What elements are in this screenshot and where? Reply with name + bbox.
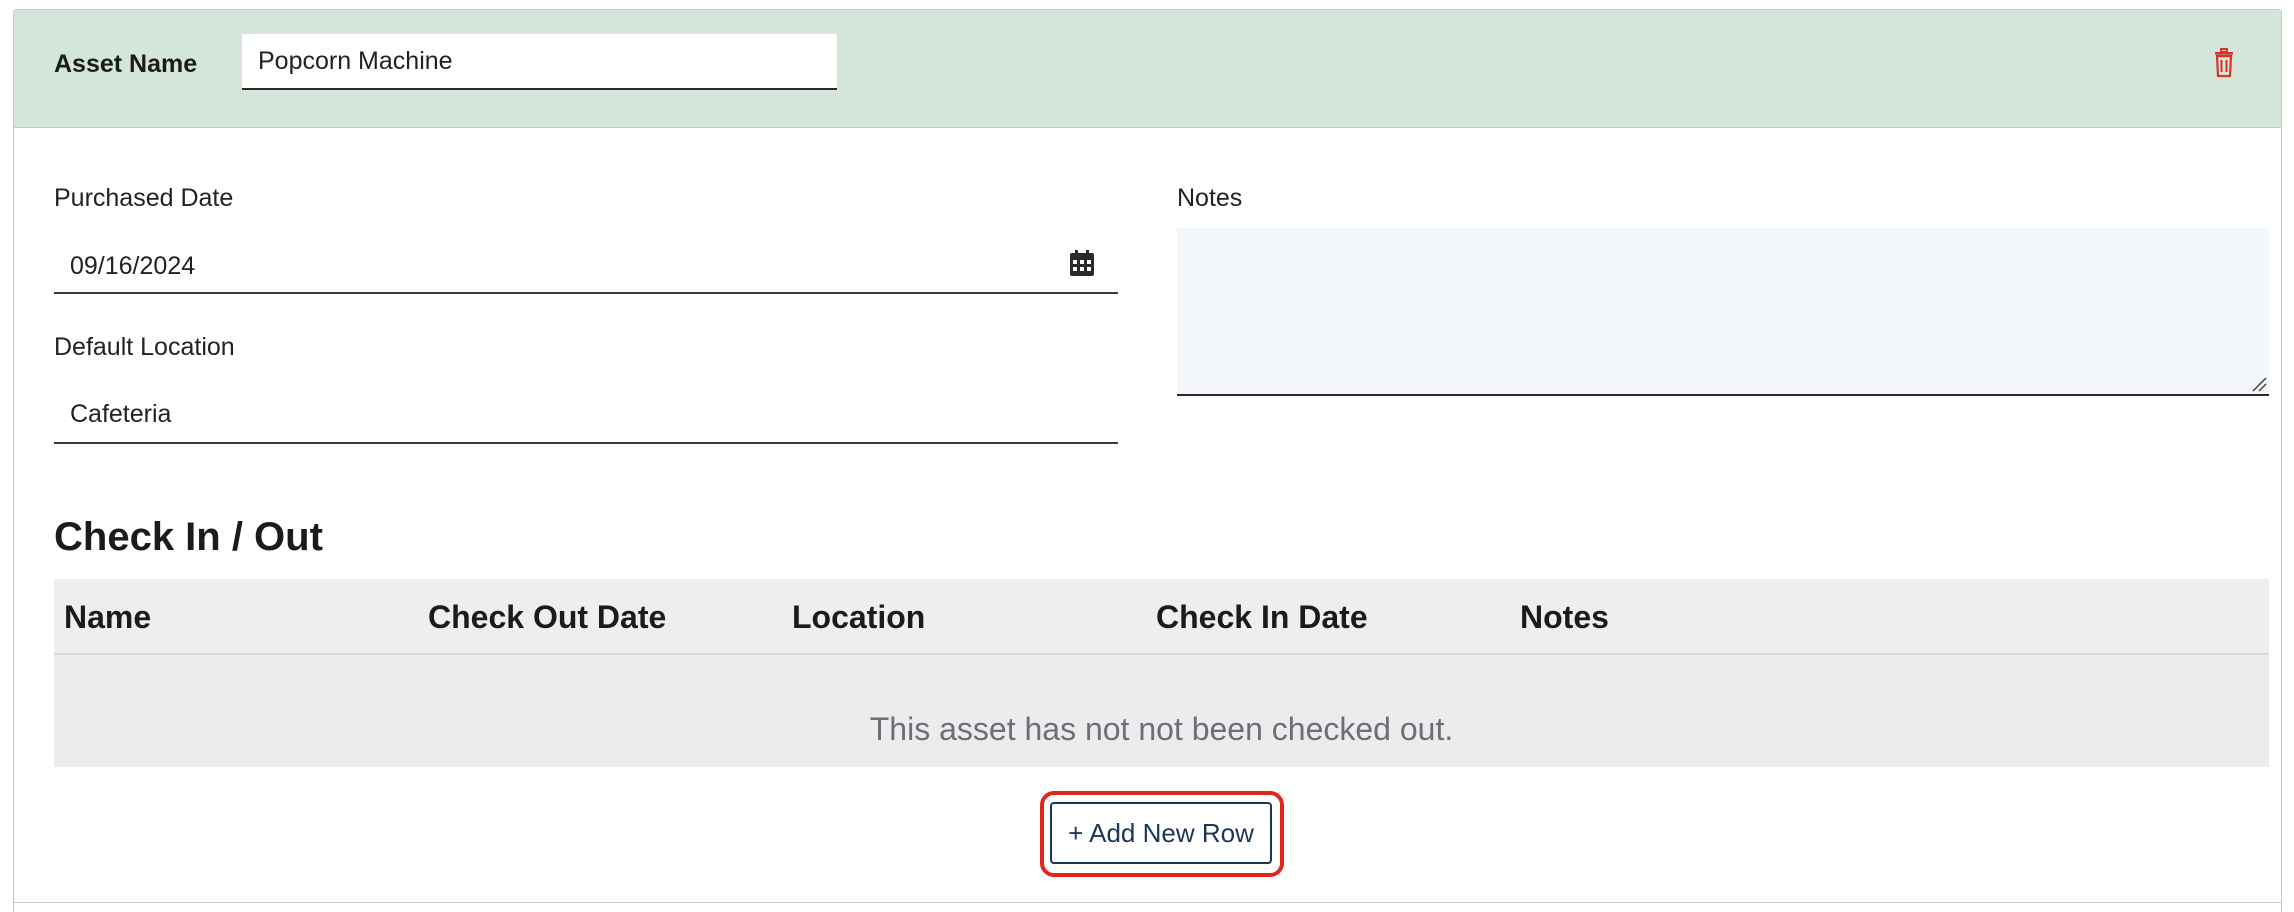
purchased-date-label: Purchased Date — [54, 184, 234, 212]
calendar-icon[interactable] — [1070, 250, 1094, 276]
default-location-field[interactable]: Cafeteria — [54, 380, 1118, 444]
asset-header: Asset Name — [14, 10, 2281, 128]
column-header-location: Location — [792, 599, 926, 635]
default-location-value: Cafeteria — [70, 400, 172, 428]
column-header-check-out-date: Check Out Date — [428, 599, 667, 635]
table-header: Name Check Out Date Location Check In Da… — [54, 579, 2269, 655]
default-location-label: Default Location — [54, 333, 235, 361]
empty-state-message: This asset has not not been checked out. — [869, 711, 1454, 747]
notes-label: Notes — [1177, 184, 1243, 212]
add-new-row-button[interactable]: + Add New Row — [1050, 802, 1272, 864]
asset-card: Asset Name Purchased Date 09/16/2024 Def… — [13, 9, 2282, 912]
asset-name-label: Asset Name — [54, 50, 198, 78]
purchased-date-value: 09/16/2024 — [70, 252, 196, 280]
column-header-check-in-date: Check In Date — [1156, 599, 1368, 635]
card-divider — [14, 902, 2281, 903]
notes-textarea[interactable] — [1177, 228, 2269, 396]
trash-icon[interactable] — [2213, 48, 2235, 78]
asset-name-input[interactable] — [242, 34, 837, 90]
check-in-out-table: Name Check Out Date Location Check In Da… — [54, 579, 2269, 773]
check-in-out-title: Check In / Out — [54, 515, 323, 559]
column-header-name: Name — [64, 599, 152, 635]
column-header-notes: Notes — [1520, 599, 1609, 635]
table-body: This asset has not not been checked out. — [54, 655, 2269, 767]
resize-handle-icon[interactable] — [2251, 376, 2267, 392]
purchased-date-field[interactable]: 09/16/2024 — [54, 232, 1118, 294]
